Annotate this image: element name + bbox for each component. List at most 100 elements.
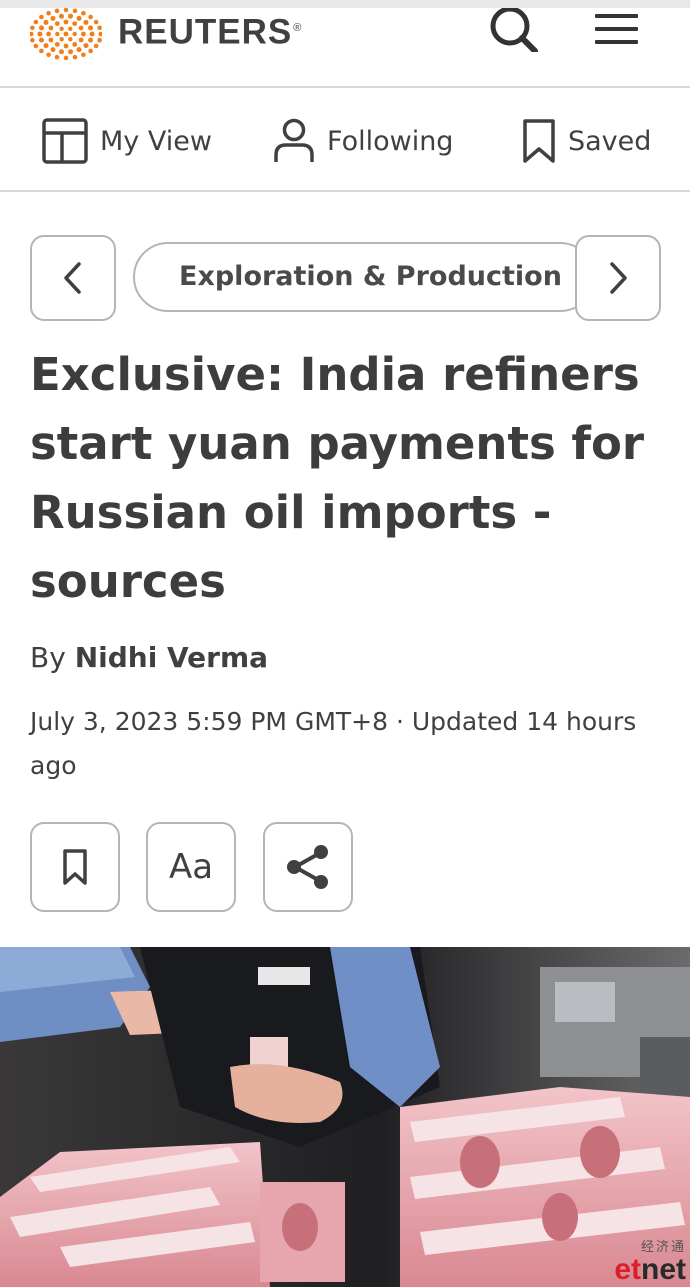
bookmark-icon xyxy=(523,119,555,163)
article-dateline: July 3, 2023 5:59 PM GMT+8 · Updated 14 … xyxy=(30,707,637,780)
logo-dot xyxy=(59,26,64,31)
logo-dot xyxy=(54,54,60,60)
photo-watermark: 经济通 etnet xyxy=(614,1236,686,1285)
logo-dot xyxy=(81,10,86,16)
logo-dot xyxy=(88,25,94,31)
logo-dot xyxy=(72,8,78,14)
logo-dot xyxy=(88,14,93,20)
author-link[interactable]: Nidhi Verma xyxy=(75,641,268,674)
logo-dot xyxy=(33,43,39,49)
status-strip xyxy=(0,0,690,8)
chevron-left-icon xyxy=(64,262,81,294)
logo-dot xyxy=(68,13,74,19)
logo-dot xyxy=(46,31,51,37)
logo-dot xyxy=(78,37,84,43)
logo-dot xyxy=(59,37,64,42)
logo-dot xyxy=(63,31,69,37)
logo-dot xyxy=(58,13,64,19)
logo-dot xyxy=(97,37,102,43)
logo-dot xyxy=(54,21,60,27)
logo-dot xyxy=(30,25,35,31)
logo-dot xyxy=(88,37,94,43)
logo-dot xyxy=(46,10,51,16)
logo-dot xyxy=(43,43,49,49)
user-nav-bar: My View Following Saved xyxy=(0,90,690,192)
logo-dot xyxy=(58,49,64,55)
logo-dot xyxy=(37,31,43,37)
save-article-button[interactable] xyxy=(30,822,120,912)
share-button[interactable] xyxy=(263,822,353,912)
bookmark-icon xyxy=(63,849,87,885)
logo-dot xyxy=(50,47,56,53)
site-header: REUTERS® xyxy=(0,8,690,88)
logo-dot xyxy=(39,48,44,54)
logo-dot xyxy=(88,48,93,54)
nav-following[interactable]: Following xyxy=(273,116,453,166)
logo-dot xyxy=(93,43,99,49)
brand-text: REUTERS xyxy=(118,12,293,52)
share-icon xyxy=(287,845,328,889)
logo-dot xyxy=(54,8,60,14)
reuters-logo-icon[interactable] xyxy=(30,8,102,60)
nav-following-label: Following xyxy=(327,125,454,157)
topic-bar: Exploration & Production xyxy=(0,235,690,321)
logo-dot xyxy=(81,31,86,37)
hamburger-menu-icon[interactable] xyxy=(595,12,639,46)
search-icon[interactable] xyxy=(488,8,540,52)
brand-name[interactable]: REUTERS® xyxy=(118,8,302,53)
logo-dot xyxy=(78,25,84,31)
watermark-net: net xyxy=(641,1253,686,1286)
text-size-button[interactable]: Aa xyxy=(146,822,236,912)
topic-chip-label: Exploration & Production xyxy=(179,261,562,292)
logo-dot xyxy=(43,19,49,25)
logo-dot xyxy=(63,8,69,13)
logo-dot xyxy=(97,25,102,31)
logo-dot xyxy=(55,31,60,37)
logo-dot xyxy=(83,19,89,25)
logo-dot xyxy=(72,21,78,27)
chevron-right-icon xyxy=(610,262,627,294)
logo-dot xyxy=(72,41,78,47)
byline: By Nidhi Verma xyxy=(30,635,268,681)
logo-dot xyxy=(38,37,44,43)
logo-dot xyxy=(72,54,78,60)
logo-dot xyxy=(54,41,60,47)
prev-topic-button[interactable] xyxy=(30,235,116,321)
layout-icon xyxy=(42,118,88,164)
text-size-label: Aa xyxy=(168,847,214,887)
logo-dot xyxy=(68,37,73,42)
nav-my-view-label: My View xyxy=(100,125,212,157)
logo-dot xyxy=(30,37,35,43)
watermark-logo: etnet xyxy=(614,1255,686,1285)
logo-dot xyxy=(89,31,95,37)
next-topic-button[interactable] xyxy=(575,235,661,321)
person-icon xyxy=(274,118,314,162)
byline-prefix: By xyxy=(30,641,66,674)
logo-dot xyxy=(30,31,34,37)
nav-my-view[interactable]: My View xyxy=(42,116,212,166)
logo-dot xyxy=(33,19,39,25)
topic-chip[interactable]: Exploration & Production xyxy=(133,242,595,312)
logo-dot xyxy=(83,43,89,49)
logo-dot xyxy=(63,55,69,60)
logo-dot xyxy=(72,31,77,37)
article-headline: Exclusive: India refiners start yuan pay… xyxy=(30,348,645,608)
article-photo[interactable]: 经济通 etnet xyxy=(0,947,690,1287)
logo-dot xyxy=(50,15,56,21)
logo-dot xyxy=(93,19,99,25)
nav-saved-label: Saved xyxy=(568,125,652,157)
logo-dot xyxy=(63,43,69,49)
nav-saved[interactable]: Saved xyxy=(522,116,651,166)
registered-mark: ® xyxy=(293,22,303,34)
logo-dot xyxy=(48,25,54,31)
logo-dot xyxy=(63,19,69,25)
logo-dot xyxy=(98,31,102,37)
banknotes-photo xyxy=(0,947,690,1287)
logo-dot xyxy=(68,49,74,55)
logo-dot xyxy=(76,47,82,53)
logo-dot xyxy=(81,52,86,58)
logo-dot xyxy=(38,25,44,31)
logo-dot xyxy=(48,37,54,43)
logo-dot xyxy=(39,14,44,20)
logo-dot xyxy=(76,15,82,21)
